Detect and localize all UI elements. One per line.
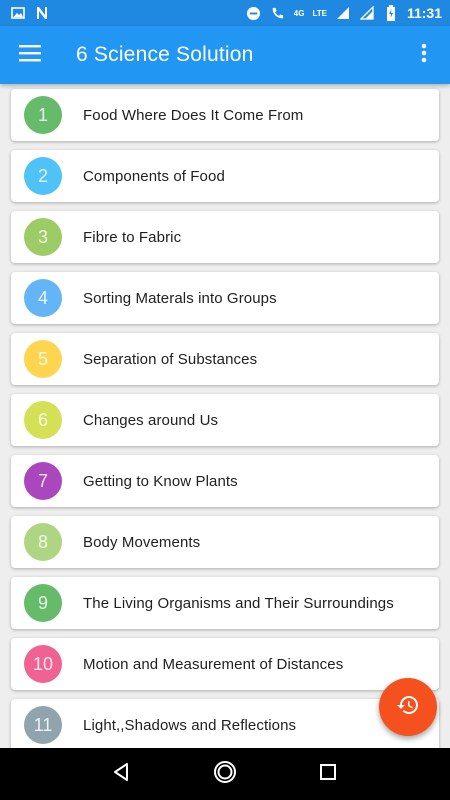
- history-fab-button[interactable]: [379, 678, 437, 736]
- chapter-number-badge: 7: [24, 462, 62, 500]
- app-bar: 6 Science Solution: [0, 26, 450, 84]
- chapter-title: The Living Organisms and Their Surroundi…: [83, 594, 394, 612]
- chapter-number-badge: 8: [24, 523, 62, 561]
- chapter-title: Components of Food: [83, 167, 225, 185]
- chapter-number-badge: 9: [24, 584, 62, 622]
- wifi-calling-icon: [270, 5, 286, 21]
- chapter-card-7[interactable]: 7 Getting to Know Plants: [11, 455, 439, 507]
- signal-icon-2: [359, 5, 375, 21]
- history-icon: [396, 693, 420, 722]
- chapter-card-2[interactable]: 2 Components of Food: [11, 150, 439, 202]
- chapter-card-10[interactable]: 10 Motion and Measurement of Distances: [11, 638, 439, 690]
- chapter-title: Sorting Materals into Groups: [83, 289, 277, 307]
- lte-label: LTE: [312, 8, 327, 18]
- do-not-disturb-icon: [246, 5, 262, 21]
- status-time: 11:31: [406, 5, 442, 21]
- chapter-number-badge: 5: [24, 340, 62, 378]
- home-icon: [213, 760, 237, 789]
- chapter-number-badge: 2: [24, 157, 62, 195]
- chapter-title: Food Where Does It Come From: [83, 106, 304, 124]
- menu-button[interactable]: [0, 26, 60, 84]
- more-options-button[interactable]: [398, 26, 450, 84]
- chapter-number-badge: 10: [24, 645, 62, 683]
- chapter-title: Light,,Shadows and Reflections: [83, 716, 297, 734]
- chapter-title: Body Movements: [83, 533, 201, 551]
- n-notification-icon: [34, 5, 50, 21]
- chapter-number-badge: 1: [24, 96, 62, 134]
- chapter-title: Separation of Substances: [83, 350, 258, 368]
- chapter-card-5[interactable]: 5 Separation of Substances: [11, 333, 439, 385]
- hamburger-menu-icon: [19, 44, 41, 67]
- status-bar: 4G LTE 11:31: [0, 0, 450, 26]
- network-type-label: 4G: [293, 8, 305, 18]
- chapter-title: Motion and Measurement of Distances: [83, 655, 344, 673]
- battery-icon: [383, 5, 399, 21]
- chapter-card-8[interactable]: 8 Body Movements: [11, 516, 439, 568]
- chapter-title: Fibre to Fabric: [83, 228, 182, 246]
- chapter-number-badge: 3: [24, 218, 62, 256]
- chapter-number-badge: 11: [24, 706, 62, 744]
- back-button[interactable]: [98, 750, 146, 798]
- chapter-title: Changes around Us: [83, 411, 219, 429]
- back-icon: [112, 762, 132, 787]
- chapter-card-4[interactable]: 4 Sorting Materals into Groups: [11, 272, 439, 324]
- recents-button[interactable]: [304, 750, 352, 798]
- chapter-number-badge: 6: [24, 401, 62, 439]
- home-button[interactable]: [201, 750, 249, 798]
- navigation-bar: [0, 748, 450, 800]
- chapter-card-1[interactable]: 1 Food Where Does It Come From: [11, 89, 439, 141]
- chapter-card-6[interactable]: 6 Changes around Us: [11, 394, 439, 446]
- chapter-list[interactable]: 1 Food Where Does It Come From 2 Compone…: [0, 84, 450, 748]
- chapter-card-9[interactable]: 9 The Living Organisms and Their Surroun…: [11, 577, 439, 629]
- image-icon: [10, 5, 26, 21]
- signal-icon: [335, 5, 351, 21]
- page-title: 6 Science Solution: [76, 43, 254, 66]
- chapter-card-11[interactable]: 11 Light,,Shadows and Reflections: [11, 699, 439, 748]
- recents-icon: [319, 763, 337, 786]
- chapter-number-badge: 4: [24, 279, 62, 317]
- more-vert-icon: [421, 43, 427, 68]
- chapter-card-3[interactable]: 3 Fibre to Fabric: [11, 211, 439, 263]
- chapter-title: Getting to Know Plants: [83, 472, 238, 490]
